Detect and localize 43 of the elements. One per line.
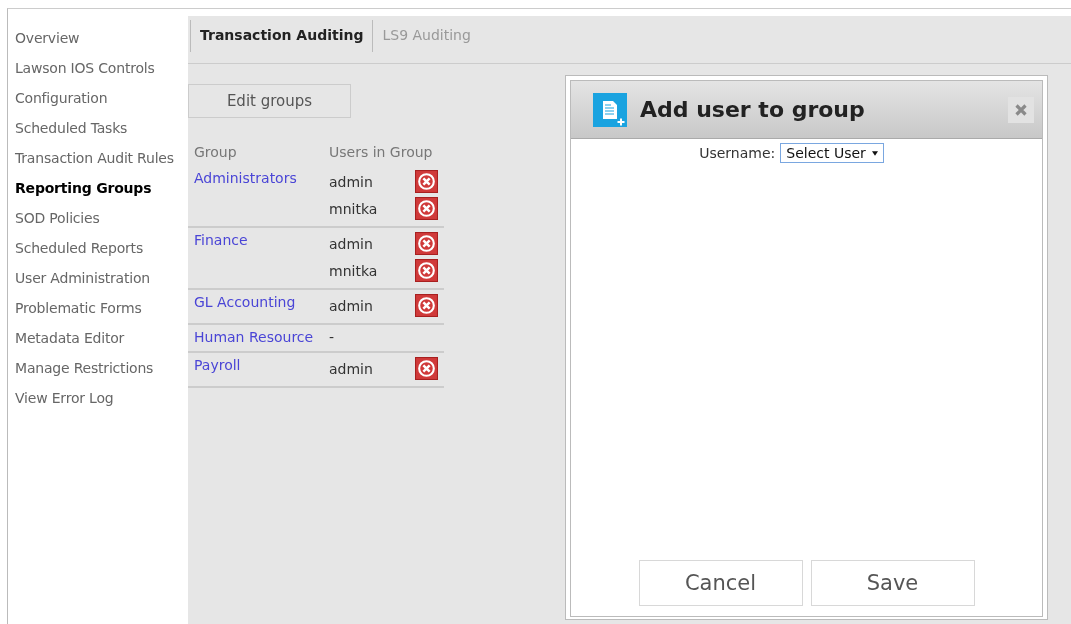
remove-icon[interactable] — [415, 197, 438, 220]
group-link[interactable]: GL Accounting — [188, 292, 329, 319]
remove-icon[interactable] — [415, 357, 438, 380]
group-link[interactable]: Administrators — [188, 168, 329, 222]
sidebar-item[interactable]: Transaction Audit Rules — [15, 150, 174, 180]
user-select[interactable]: Select User — [780, 143, 884, 163]
user-name: admin — [329, 173, 374, 190]
document-add-icon — [593, 92, 627, 127]
group-link[interactable]: Payroll — [188, 355, 329, 382]
sidebar-item[interactable]: SOD Policies — [15, 210, 100, 240]
sidebar-item[interactable]: Lawson IOS Controls — [15, 60, 155, 90]
remove-icon[interactable] — [415, 294, 438, 317]
remove-icon[interactable] — [415, 170, 438, 193]
group-link[interactable]: Human Resource — [188, 327, 329, 347]
group-link[interactable]: Finance — [188, 230, 329, 284]
user-name: admin — [329, 297, 374, 314]
caret-icon — [871, 150, 878, 156]
tab[interactable]: Transaction Auditing — [190, 20, 373, 52]
user-name: admin — [329, 360, 374, 377]
dialog-button[interactable]: Cancel — [638, 560, 803, 606]
close-icon[interactable] — [1008, 96, 1034, 123]
edit-groups-button[interactable]: Edit groups — [188, 84, 351, 118]
field-label: Username: — [699, 145, 776, 161]
sidebar-item[interactable]: User Administration — [15, 270, 150, 300]
sidebar-item[interactable]: Scheduled Tasks — [15, 120, 128, 150]
user-name: mnitka — [329, 200, 379, 217]
table-cell-text: - — [329, 328, 335, 347]
sidebar-item[interactable]: Manage Restrictions — [15, 360, 154, 390]
dialog-title: Add user to group — [640, 97, 866, 122]
user-name: admin — [329, 235, 374, 252]
user-name: mnitka — [329, 262, 379, 279]
sidebar-item[interactable]: Configuration — [15, 90, 108, 120]
sidebar-item[interactable]: Metadata Editor — [15, 330, 125, 360]
remove-icon[interactable] — [415, 259, 438, 282]
column-header: Group — [193, 144, 238, 162]
sidebar-item[interactable]: Reporting Groups — [15, 180, 152, 210]
sidebar-item[interactable]: Overview — [15, 30, 80, 60]
sidebar-item[interactable]: View Error Log — [15, 390, 114, 420]
sidebar-item[interactable]: Problematic Forms — [15, 300, 142, 330]
dialog-button[interactable]: Save — [810, 560, 975, 606]
remove-icon[interactable] — [415, 232, 438, 255]
sidebar-item[interactable]: Scheduled Reports — [15, 240, 143, 270]
column-header: Users in Group — [329, 144, 433, 162]
